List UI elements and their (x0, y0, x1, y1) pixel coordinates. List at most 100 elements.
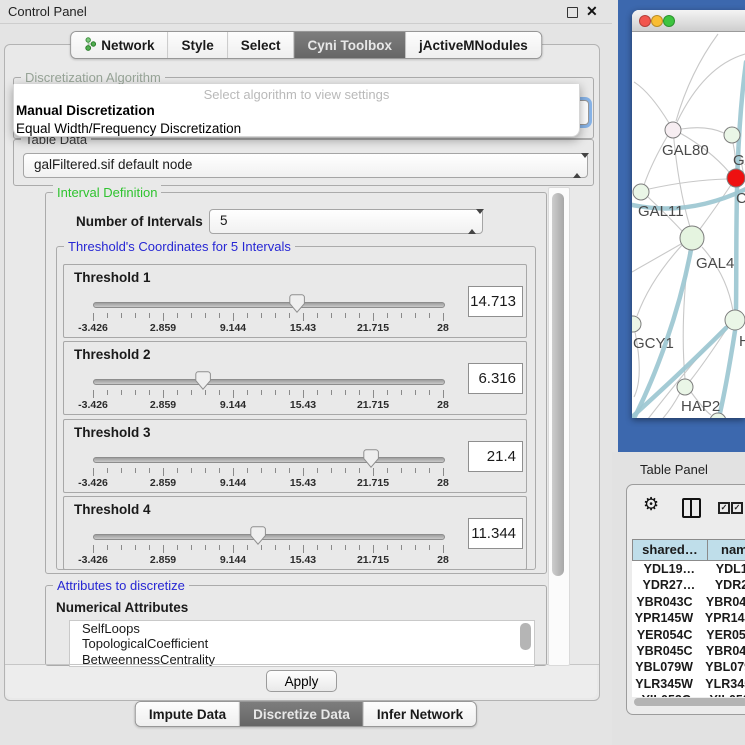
slider-tick (429, 468, 430, 473)
slider-tick (121, 545, 122, 550)
network-node-gal4[interactable] (680, 226, 704, 250)
numerical-attributes-list[interactable]: SelfLoopsTopologicalCoefficientBetweenne… (69, 620, 535, 667)
threshold-value-field[interactable]: 11.344 (468, 518, 523, 549)
slider-handle[interactable] (195, 371, 211, 395)
attributes-group: Attributes to discretize Numerical Attri… (45, 585, 547, 666)
network-node-gcy1[interactable] (632, 316, 641, 332)
slider-tick-label: 21.715 (357, 399, 389, 411)
slider-tick (359, 545, 360, 550)
table-cell: YBR045C (632, 643, 697, 659)
close-icon[interactable]: ✕ (586, 3, 598, 20)
table-row[interactable]: YPR145WYPR145W (632, 610, 745, 626)
node-label-ga: GA (733, 152, 745, 169)
slider-tick (233, 390, 234, 398)
slider-tick-label: -3.426 (78, 477, 108, 489)
slider-tick (247, 313, 248, 318)
threshold-value-field[interactable]: 21.4 (468, 441, 523, 472)
table-row[interactable]: YBR045CYBR045C (632, 643, 745, 659)
threshold-value-field[interactable]: 6.316 (468, 363, 523, 394)
table-row[interactable]: YDL19…YDL19 (632, 561, 745, 577)
attribute-item-selfloops[interactable]: SelfLoops (70, 621, 534, 636)
gear-icon[interactable]: ⚙ (643, 495, 659, 513)
column-header-name[interactable]: name (707, 539, 745, 561)
slider-handle[interactable] (289, 294, 305, 318)
attribute-item-topologicalcoefficient[interactable]: TopologicalCoefficient (70, 636, 534, 651)
slider-track[interactable] (93, 457, 445, 463)
dropdown-option-equal-width-frequency-discretization[interactable]: Equal Width/Frequency Discretization (14, 120, 579, 138)
tab-cyni-toolbox[interactable]: Cyni Toolbox (295, 32, 407, 58)
tab-style[interactable]: Style (168, 32, 227, 58)
slider-tick (303, 390, 304, 398)
tab-label: Impute Data (149, 707, 226, 722)
dropdown-option-manual-discretization[interactable]: Manual Discretization (14, 102, 579, 120)
slider-tick-label: 2.859 (150, 477, 176, 489)
threshold-value-field[interactable]: 14.713 (468, 286, 523, 317)
tab-select[interactable]: Select (228, 32, 295, 58)
slider-tick-label: -3.426 (78, 322, 108, 334)
interval-definition-label: Interval Definition (53, 185, 161, 200)
tab-network[interactable]: Network (71, 32, 168, 58)
slider-tick (387, 468, 388, 473)
table-row[interactable]: YLR345WYLR345W (632, 676, 745, 692)
close-traffic-light-icon[interactable] (639, 15, 651, 27)
threshold-label: Threshold 4 (74, 502, 151, 517)
slider-track[interactable] (93, 302, 445, 308)
bottom-tab-bar: Impute Data Discretize Data Infer Network (135, 701, 477, 727)
slider-tick (149, 545, 150, 550)
slider-handle[interactable] (363, 449, 379, 473)
control-panel-title: Control Panel (8, 4, 87, 19)
table-cell: YER054C (697, 627, 745, 643)
list-scrollbar-thumb[interactable] (520, 623, 531, 650)
threshold-label: Threshold 3 (74, 425, 151, 440)
table-hscrollbar-thumb[interactable] (634, 698, 745, 706)
network-node-gal80[interactable] (665, 122, 681, 138)
node-label-gcy1: GCY1 (633, 335, 674, 352)
checkbox-icon[interactable]: ✓ (731, 502, 743, 514)
slider-tick (415, 468, 416, 473)
float-icon[interactable] (567, 7, 578, 18)
column-layout-icon[interactable] (682, 498, 701, 518)
apply-button[interactable]: Apply (266, 670, 337, 692)
zoom-traffic-light-icon[interactable] (663, 15, 675, 27)
table-data-combobox[interactable]: galFiltered.sif default node (23, 153, 588, 178)
panel-scrollbar-thumb[interactable] (552, 193, 564, 576)
slider-tick (135, 468, 136, 473)
tab-impute-data[interactable]: Impute Data (136, 702, 240, 726)
slider-track[interactable] (93, 379, 445, 385)
tab-label: Discretize Data (253, 707, 350, 722)
slider-tick (317, 390, 318, 395)
network-window-titlebar[interactable] (632, 10, 745, 32)
threshold-coordinates-group: Threshold's Coordinates for 5 Intervals … (56, 246, 536, 570)
network-node-gal11[interactable] (633, 184, 649, 200)
table-row[interactable]: YDR27…YDR27 (632, 577, 745, 593)
network-node-h[interactable] (725, 310, 745, 330)
app-root: Control Panel ✕ Network StyleSelectCyni T… (0, 0, 745, 745)
table-row[interactable]: YBR043CYBR043C (632, 594, 745, 610)
slider-tick (205, 468, 206, 473)
slider-tick-label: 9.144 (220, 322, 246, 334)
node-table: shared… name YDL19…YDL19YDR27…YDR27YBR04… (632, 539, 745, 697)
table-row[interactable]: YBL079WYBL079W (632, 659, 745, 675)
table-row[interactable]: YER054CYER054C (632, 627, 745, 643)
tab-label: Network (101, 38, 154, 53)
panel-scrollbar-track[interactable] (548, 187, 570, 666)
checkbox-icon[interactable]: ✓ (718, 502, 730, 514)
table-cell: YBL079W (696, 659, 745, 675)
table-cell: YPR145W (696, 610, 745, 626)
tab-discretize-data[interactable]: Discretize Data (240, 702, 364, 726)
network-node-hap2[interactable] (677, 379, 693, 395)
slider-tick (261, 313, 262, 318)
table-panel-title: Table Panel (640, 462, 708, 477)
combo-stepper-icon (468, 214, 476, 229)
tab-infer-network[interactable]: Infer Network (364, 702, 476, 726)
minimize-traffic-light-icon[interactable] (651, 15, 663, 27)
slider-handle[interactable] (250, 526, 266, 550)
column-header-shared-name[interactable]: shared… (632, 539, 708, 561)
network-canvas[interactable]: GAL80GACGAL11GAL4GCY1HHAP2 (632, 32, 745, 418)
network-node-ga[interactable] (724, 127, 740, 143)
tab-jactivemnodules[interactable]: jActiveMNodules (406, 32, 541, 58)
slider-track[interactable] (93, 534, 445, 540)
slider-tick (233, 545, 234, 553)
number-of-intervals-combobox[interactable]: 5 (209, 209, 483, 234)
network-node-c[interactable] (727, 169, 745, 187)
